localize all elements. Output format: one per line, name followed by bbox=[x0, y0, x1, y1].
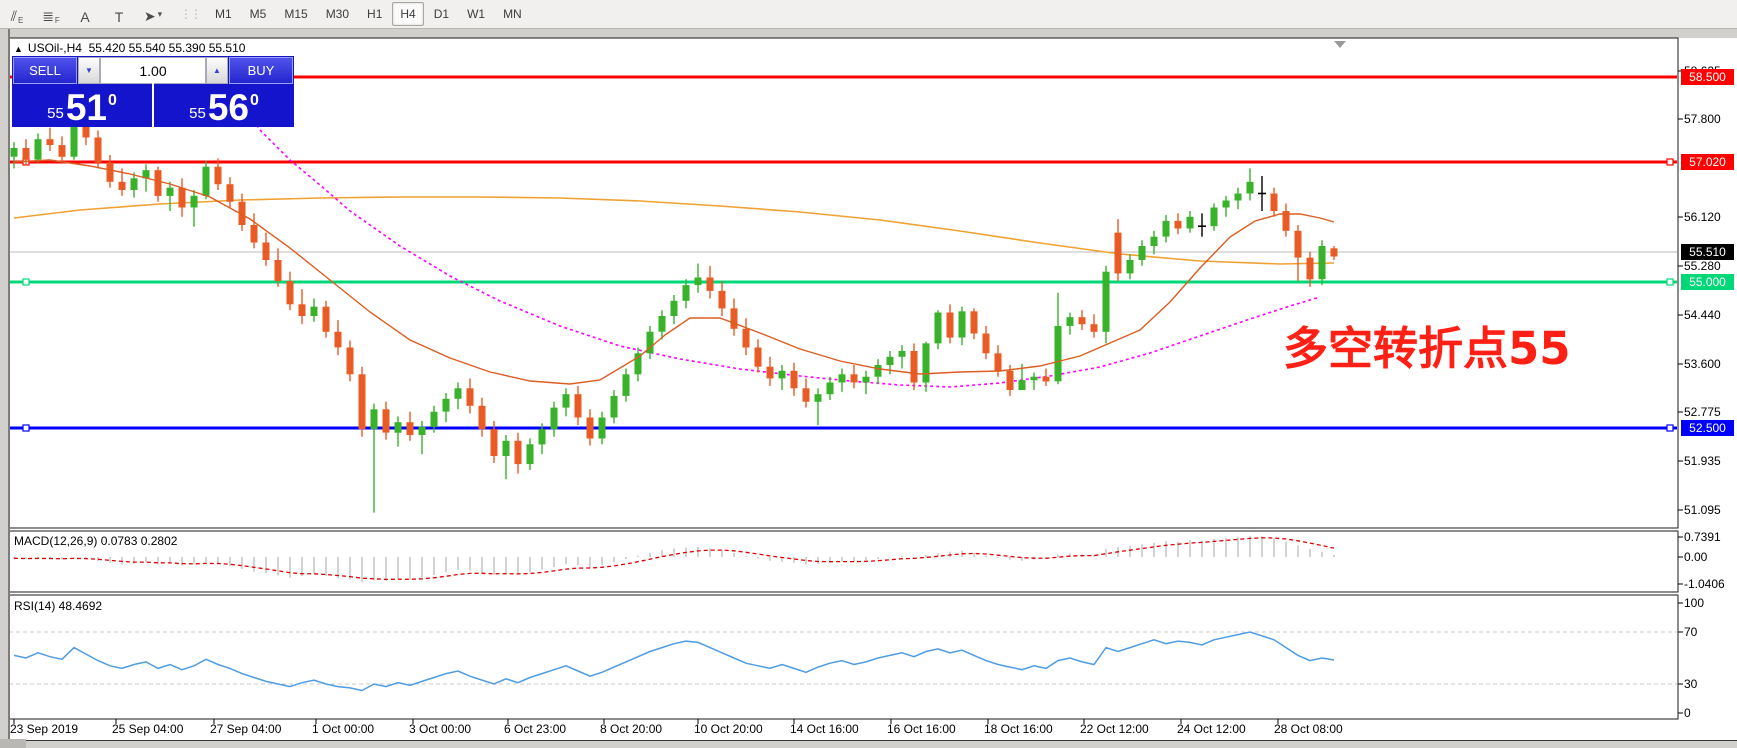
price-tick-label: 51.095 bbox=[1684, 503, 1721, 517]
ask-price-integer: 55 bbox=[189, 105, 206, 122]
time-axis-label: 16 Oct 16:00 bbox=[887, 722, 956, 736]
rsi-scale-label: 100 bbox=[1684, 596, 1705, 610]
price-tick-label: 53.600 bbox=[1684, 357, 1721, 371]
rsi-scale-label: 0 bbox=[1684, 706, 1691, 720]
chart-title: ▲ USOil-,H4 55.420 55.540 55.390 55.510 bbox=[14, 41, 245, 55]
dropdown-caret-icon: ▾ bbox=[157, 8, 163, 19]
label-icon[interactable]: T bbox=[104, 3, 134, 25]
text-icon-glyph: A bbox=[80, 9, 90, 25]
trade-panel-quotes: 55 51 0 55 56 0 bbox=[12, 83, 294, 127]
macd-scale-label: 0.7391 bbox=[1684, 530, 1721, 544]
price-tick-label: 57.800 bbox=[1684, 112, 1721, 126]
collapse-panel-icon[interactable]: ▲ bbox=[14, 44, 23, 54]
timeframe-button-d1[interactable]: D1 bbox=[426, 2, 457, 26]
chart-text-annotation[interactable]: 多空转折点55 bbox=[1283, 312, 1571, 377]
time-axis-label: 22 Oct 12:00 bbox=[1080, 722, 1149, 736]
hline-anchor bbox=[22, 278, 30, 286]
label-icon-glyph: T bbox=[114, 9, 124, 25]
macd-indicator-label: MACD(12,26,9) 0.0783 0.2802 bbox=[14, 534, 178, 548]
time-axis-label: 28 Oct 08:00 bbox=[1274, 722, 1343, 736]
ask-price[interactable]: 55 56 0 bbox=[154, 83, 294, 127]
text-icon[interactable]: A bbox=[70, 3, 100, 25]
time-axis-label: 6 Oct 23:00 bbox=[504, 722, 567, 736]
volume-decrement-button[interactable]: ▼ bbox=[78, 57, 100, 84]
bid-price-pips: 51 bbox=[65, 87, 107, 128]
price-tick-label: 54.440 bbox=[1684, 308, 1721, 322]
ohlc-values: 55.420 55.540 55.390 55.510 bbox=[88, 41, 246, 55]
arrows-icon-glyph: ➤ bbox=[143, 8, 156, 24]
time-axis-label: 24 Oct 12:00 bbox=[1177, 722, 1246, 736]
timeframe-button-m5[interactable]: M5 bbox=[242, 2, 275, 26]
bid-price[interactable]: 55 51 0 bbox=[12, 83, 154, 127]
timeframe-button-m15[interactable]: M15 bbox=[276, 2, 315, 26]
price-tick-label: 55.280 bbox=[1684, 259, 1721, 273]
ask-price-point: 0 bbox=[249, 92, 259, 109]
fibonacci-icon[interactable]: ≣ F bbox=[36, 3, 66, 25]
arrows-icon[interactable]: ➤ ▾ bbox=[138, 3, 168, 25]
trade-panel-controls: SELL ▼ 1.00 ▲ BUY bbox=[12, 56, 294, 84]
sell-button[interactable]: SELL bbox=[13, 57, 77, 84]
hline-anchor bbox=[22, 424, 30, 432]
equidistant-channel-icon-glyph: ⫽ bbox=[10, 8, 17, 24]
equidistant-channel-icon[interactable]: ⫽ E bbox=[2, 3, 32, 25]
hline-anchor bbox=[1666, 158, 1674, 166]
rsi-panel bbox=[7, 594, 1679, 720]
top-toolbar: ⫽ E ≣ F A T ➤ ▾ ⋮⋮ M1 M5 M15 M30 H1 H4 D1 W1 MN bbox=[0, 0, 1737, 29]
time-axis-label: 3 Oct 00:00 bbox=[409, 722, 472, 736]
rsi-scale-label: 70 bbox=[1684, 625, 1698, 639]
buy-button[interactable]: BUY bbox=[229, 57, 293, 84]
time-axis-label: 23 Sep 2019 bbox=[10, 722, 79, 736]
price-badge-55.000: 55.000 bbox=[1681, 274, 1734, 290]
price-badge-52.500: 52.500 bbox=[1681, 420, 1734, 436]
one-click-trade-panel: SELL ▼ 1.00 ▲ BUY 55 51 0 55 56 0 bbox=[12, 56, 294, 127]
timeframe-button-mn[interactable]: MN bbox=[495, 2, 530, 26]
timeframe-button-m30[interactable]: M30 bbox=[318, 2, 357, 26]
hline-anchor bbox=[1666, 424, 1674, 432]
volume-input[interactable]: 1.00 bbox=[100, 57, 206, 84]
bid-price-integer: 55 bbox=[47, 105, 64, 122]
timeframe-button-h4[interactable]: H4 bbox=[392, 2, 424, 26]
window-bottom-frame bbox=[0, 740, 1737, 748]
timeframe-button-w1[interactable]: W1 bbox=[459, 2, 493, 26]
timeframe-button-m1[interactable]: M1 bbox=[207, 2, 240, 26]
price-badge-55.510: 55.510 bbox=[1681, 244, 1734, 260]
window-left-frame bbox=[0, 28, 10, 748]
mt4-window: { "toolbar": { "tools": [ {"name":"equid… bbox=[0, 0, 1737, 748]
fibonacci-icon-glyph: ≣ bbox=[42, 8, 54, 24]
price-badge-58.500: 58.500 bbox=[1681, 69, 1734, 85]
price-badge-57.020: 57.020 bbox=[1681, 154, 1734, 170]
timeframe-button-h1[interactable]: H1 bbox=[359, 2, 390, 26]
volume-increment-button[interactable]: ▲ bbox=[206, 57, 228, 84]
time-axis-label: 1 Oct 00:00 bbox=[312, 722, 375, 736]
price-tick-label: 52.775 bbox=[1684, 405, 1721, 419]
macd-scale-label: 0.00 bbox=[1684, 550, 1708, 564]
price-tick-label: 51.935 bbox=[1684, 454, 1721, 468]
price-tick-label: 56.120 bbox=[1684, 210, 1721, 224]
rsi-scale-label: 30 bbox=[1684, 677, 1698, 691]
equidistant-channel-icon-sub: E bbox=[17, 16, 24, 25]
time-axis-label: 14 Oct 16:00 bbox=[790, 722, 859, 736]
rsi-indicator-label: RSI(14) 48.4692 bbox=[14, 599, 103, 613]
scrollbar-corner[interactable] bbox=[0, 739, 26, 748]
time-axis-label: 10 Oct 20:00 bbox=[694, 722, 763, 736]
fibonacci-icon-sub: F bbox=[54, 16, 60, 25]
ask-price-pips: 56 bbox=[207, 87, 249, 128]
toolbar-grip: ⋮⋮ bbox=[180, 7, 202, 21]
symbol-period-label: USOil-,H4 bbox=[27, 41, 82, 55]
macd-scale-label: -1.0406 bbox=[1684, 577, 1725, 591]
hline-anchor bbox=[1666, 278, 1674, 286]
time-axis-label: 25 Sep 04:00 bbox=[112, 722, 184, 736]
time-axis-label: 27 Sep 04:00 bbox=[210, 722, 282, 736]
bid-price-point: 0 bbox=[107, 92, 117, 109]
time-axis-label: 18 Oct 16:00 bbox=[984, 722, 1053, 736]
time-axis-label: 8 Oct 20:00 bbox=[600, 722, 663, 736]
